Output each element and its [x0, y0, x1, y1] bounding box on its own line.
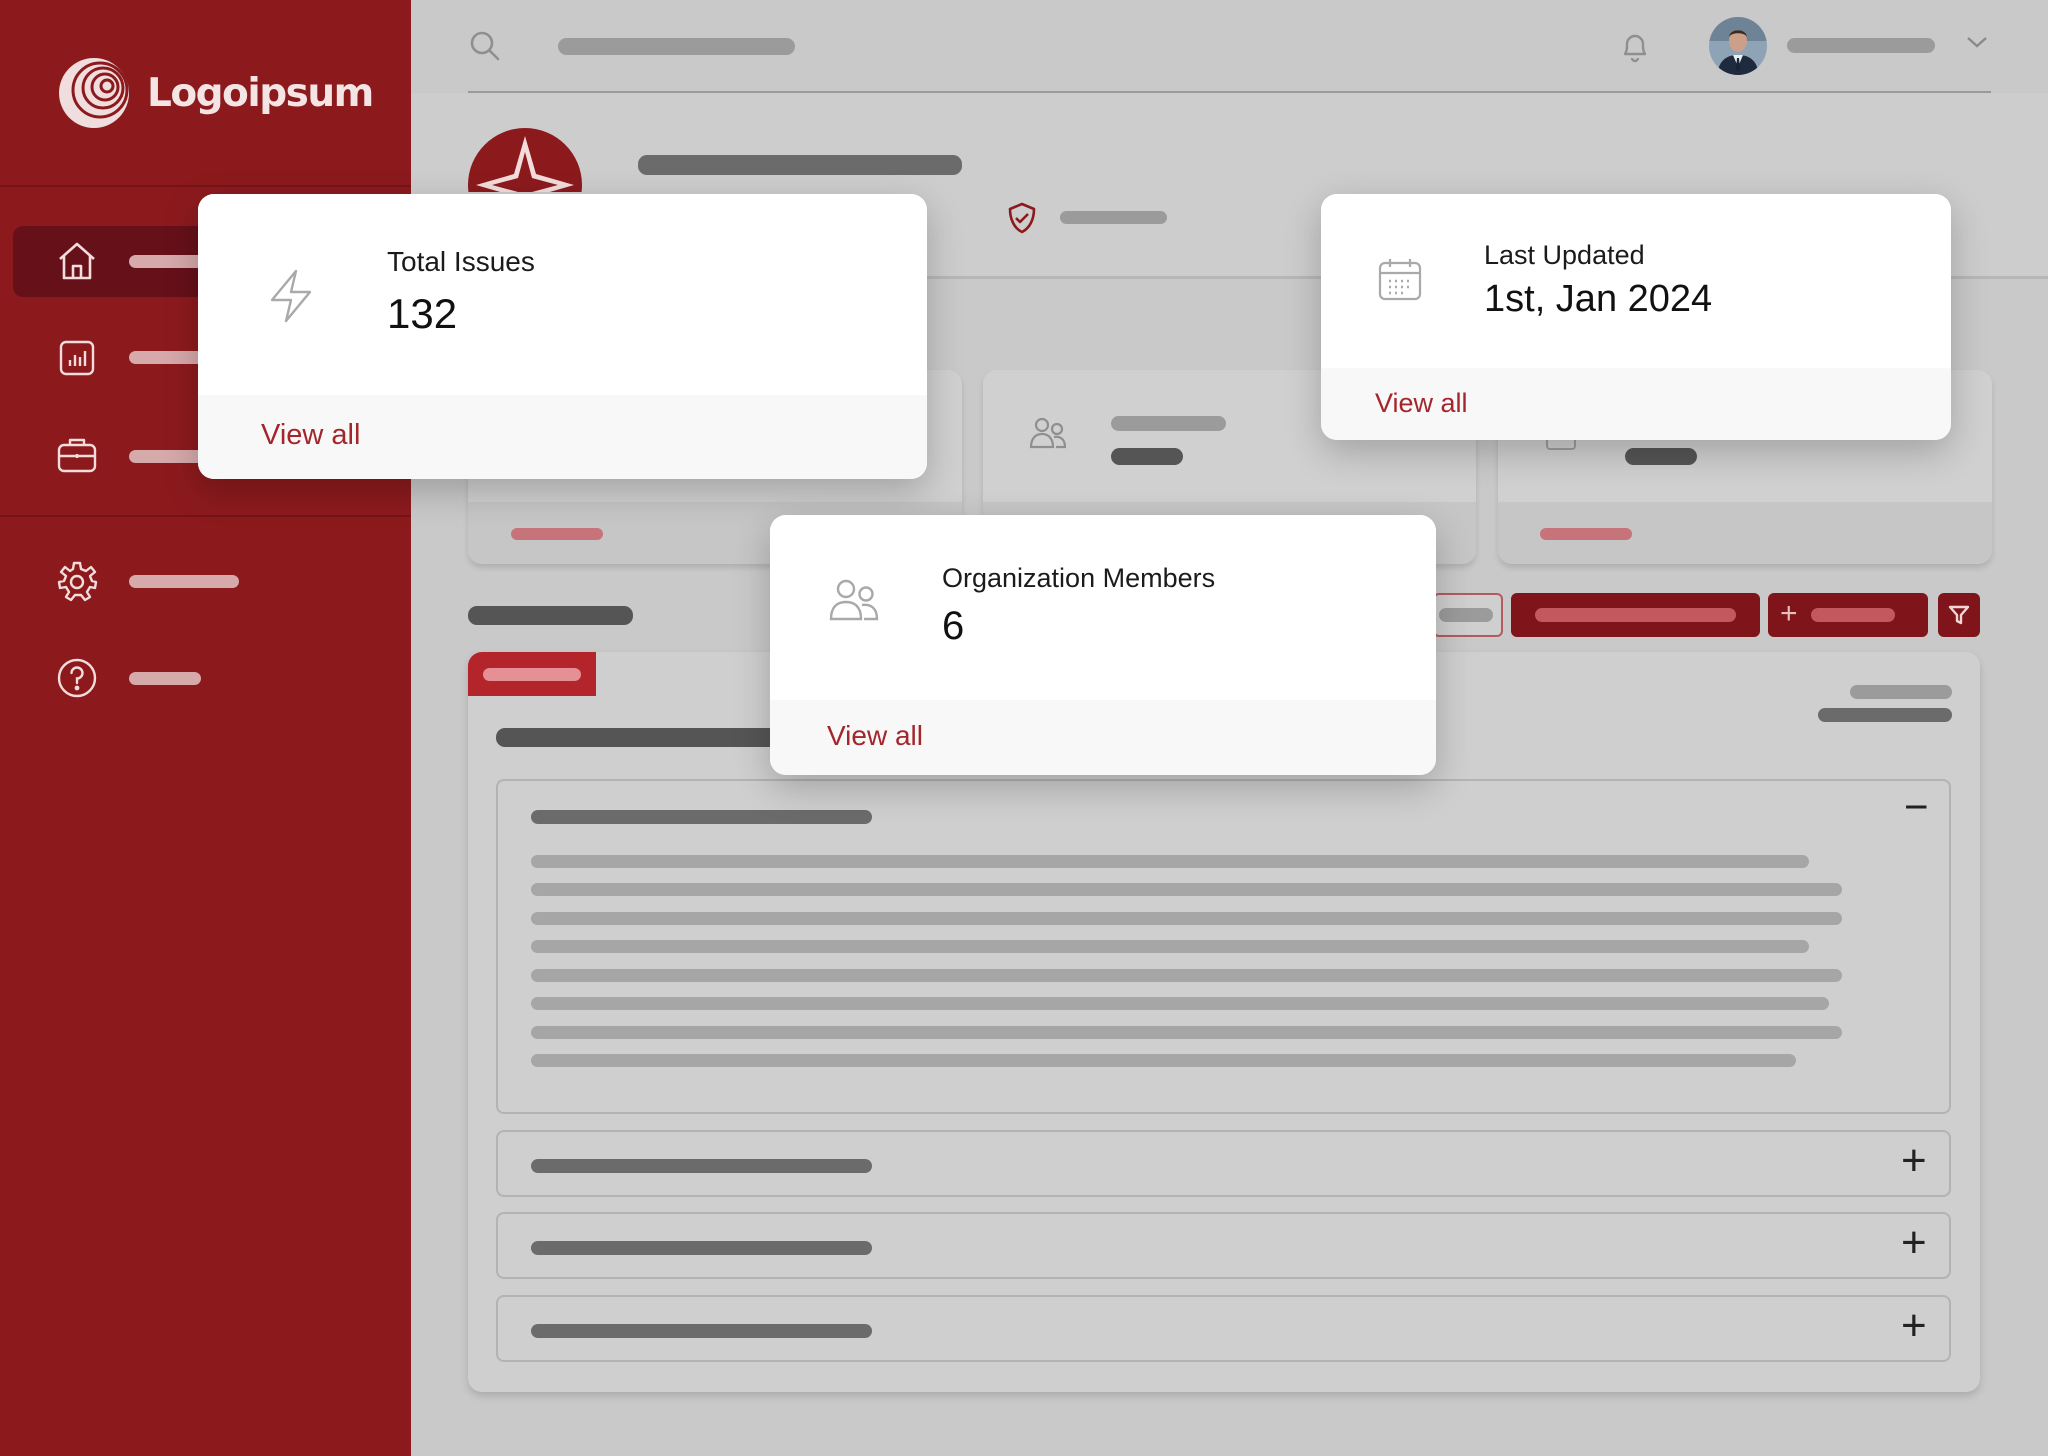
- sidebar-divider: [0, 515, 411, 517]
- text-line: [531, 855, 1809, 868]
- search-input[interactable]: [558, 38, 795, 55]
- card-value: 6: [942, 604, 965, 648]
- card-label: Last Updated: [1484, 240, 1645, 270]
- panel-meta-label: [1850, 685, 1952, 699]
- accordion-item[interactable]: +: [496, 1212, 1951, 1279]
- text-line: [531, 997, 1829, 1010]
- help-icon: [57, 658, 97, 698]
- search-icon[interactable]: [469, 30, 501, 67]
- filter-icon: [1948, 605, 1970, 625]
- lightning-icon: [266, 268, 316, 329]
- panel-title: [496, 728, 778, 747]
- collapse-icon[interactable]: −: [1904, 783, 1929, 831]
- org-members-card: Organization Members 6 View all: [770, 515, 1436, 775]
- sidebar-item-reports[interactable]: [54, 335, 100, 381]
- home-icon: [54, 238, 100, 284]
- sidebar-item-help[interactable]: [54, 655, 100, 701]
- accordion-title-placeholder: [531, 1241, 872, 1255]
- brand-name: Logoipsum: [147, 70, 374, 116]
- last-updated-card: Last Updated 1st, Jan 2024 View all: [1321, 194, 1951, 440]
- view-all-link[interactable]: View all: [1375, 388, 1468, 419]
- text-line: [531, 1026, 1842, 1039]
- avatar[interactable]: [1709, 17, 1767, 75]
- filter-button[interactable]: [1938, 593, 1980, 637]
- button-label-placeholder: [1535, 608, 1736, 622]
- org-title: [638, 155, 962, 175]
- outline-button[interactable]: [1433, 593, 1503, 637]
- add-button[interactable]: +: [1768, 593, 1928, 637]
- shield-check-icon: [1005, 201, 1039, 240]
- verified-label: [1060, 211, 1167, 224]
- sidebar-item-label: [129, 575, 239, 588]
- view-all-link[interactable]: View all: [827, 720, 923, 752]
- accordion-item[interactable]: +: [496, 1295, 1951, 1362]
- accordion-title-placeholder: [531, 1159, 872, 1173]
- gear-icon: [57, 561, 98, 602]
- card-value: 132: [387, 290, 458, 337]
- section-title: [468, 606, 633, 625]
- text-line: [531, 940, 1809, 953]
- org-logo: [468, 128, 582, 192]
- accordion-item[interactable]: +: [496, 1130, 1951, 1197]
- view-all-link[interactable]: View all: [261, 419, 360, 452]
- chevron-down-icon[interactable]: [1965, 34, 1989, 55]
- accordion-title-placeholder: [531, 1324, 872, 1338]
- tab-label-placeholder: [483, 668, 581, 681]
- brand-logo[interactable]: Logoipsum: [57, 56, 374, 130]
- calendar-icon: [1377, 256, 1423, 307]
- bell-icon[interactable]: [1619, 30, 1651, 69]
- button-label-placeholder: [1439, 608, 1493, 622]
- sidebar-item-settings[interactable]: [54, 558, 100, 604]
- plus-icon: +: [1780, 597, 1798, 630]
- accordion-item-expanded[interactable]: −: [496, 779, 1951, 1114]
- text-line: [531, 912, 1842, 925]
- primary-action-button[interactable]: [1511, 593, 1760, 637]
- total-issues-card: Total Issues 132 View all: [198, 194, 927, 479]
- expand-icon[interactable]: +: [1901, 1301, 1927, 1351]
- expand-icon[interactable]: +: [1901, 1136, 1927, 1186]
- card-link-placeholder: [1540, 528, 1632, 540]
- logo-mark-icon: [59, 58, 129, 128]
- text-line: [531, 883, 1842, 896]
- active-tab[interactable]: [468, 652, 596, 696]
- card-label: Total Issues: [387, 246, 535, 277]
- sidebar-item-projects[interactable]: [54, 432, 100, 478]
- sidebar-item-label: [129, 672, 201, 685]
- card-value: 1st, Jan 2024: [1484, 278, 1713, 320]
- card-value-placeholder: [1625, 448, 1697, 465]
- briefcase-icon: [57, 438, 97, 473]
- card-link-placeholder: [511, 528, 603, 540]
- expand-icon[interactable]: +: [1901, 1218, 1927, 1268]
- panel-meta-value: [1818, 708, 1952, 722]
- users-icon: [1028, 415, 1068, 456]
- chart-icon: [59, 340, 95, 376]
- card-value-placeholder: [1111, 448, 1183, 465]
- text-line: [531, 1054, 1796, 1067]
- button-label-placeholder: [1811, 608, 1895, 622]
- users-icon: [827, 575, 881, 630]
- user-name: [1787, 38, 1935, 53]
- card-label-placeholder: [1111, 416, 1226, 431]
- text-line: [531, 969, 1842, 982]
- sidebar-divider: [0, 185, 411, 187]
- card-label: Organization Members: [942, 563, 1216, 593]
- accordion-title-placeholder: [531, 810, 872, 824]
